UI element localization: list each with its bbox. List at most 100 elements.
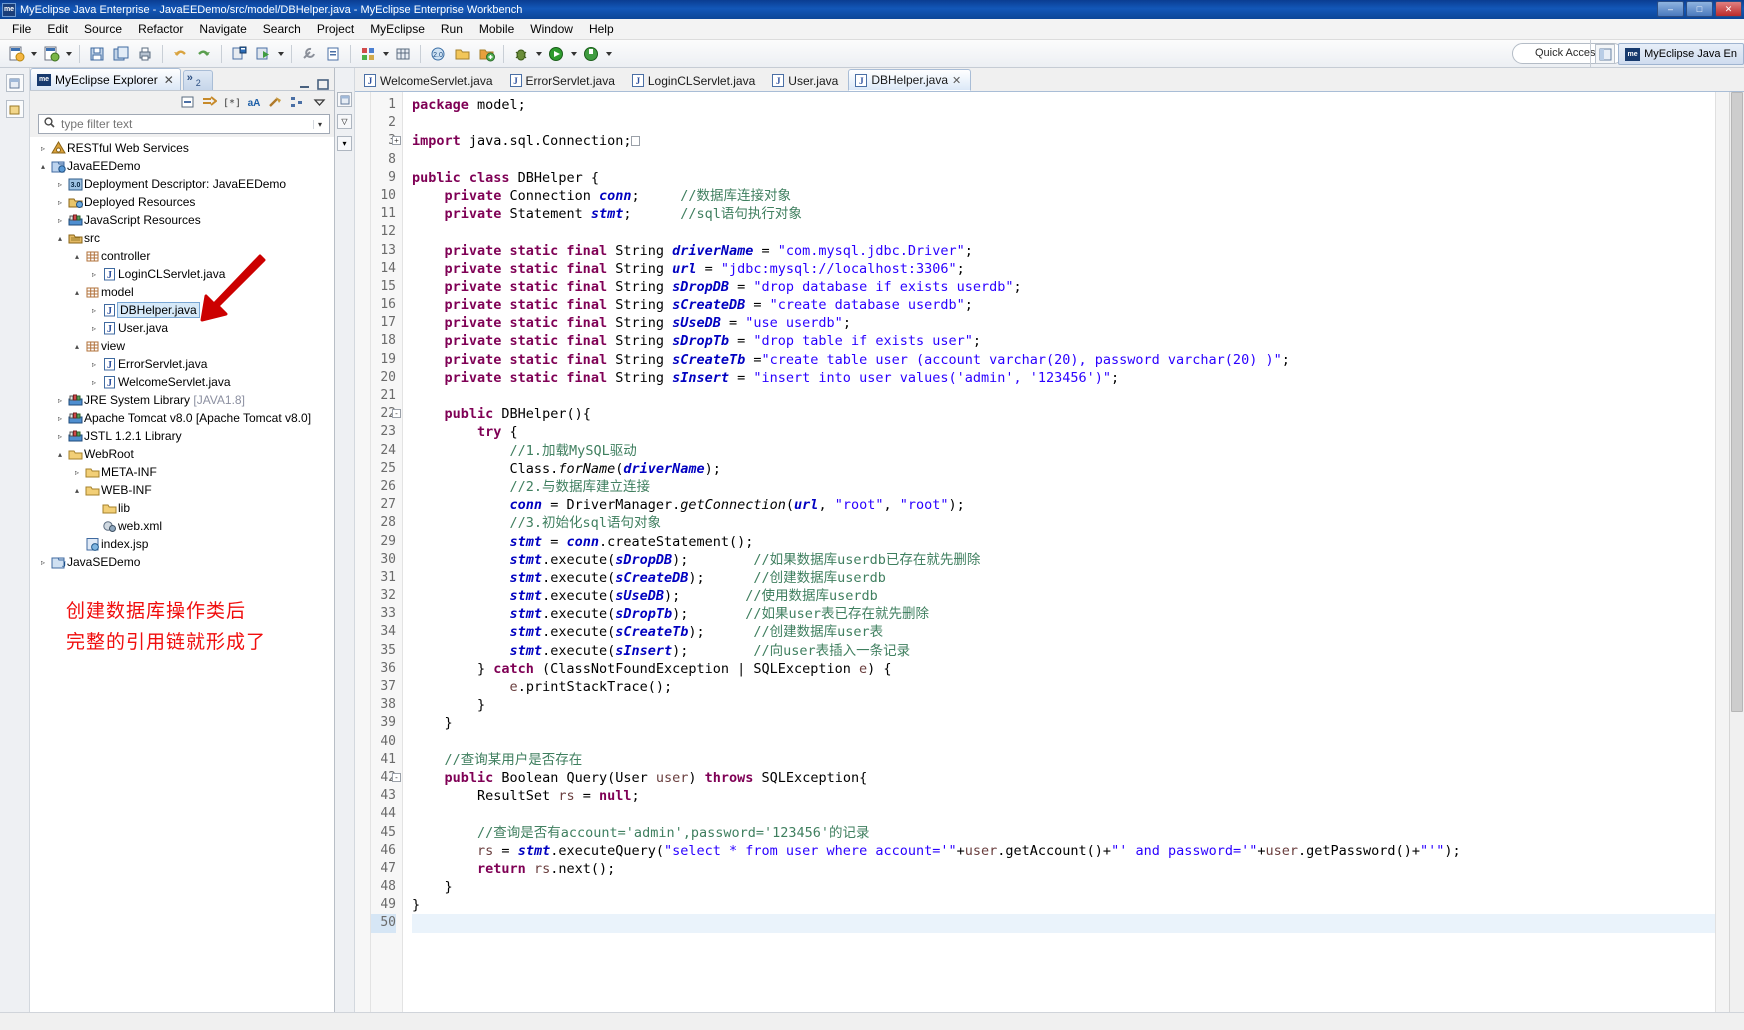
expand-arrow-closed-icon[interactable]: ▹ — [53, 414, 67, 423]
menu-search[interactable]: Search — [255, 20, 309, 38]
menu-navigate[interactable]: Navigate — [191, 20, 254, 38]
minimize-view-icon[interactable] — [299, 78, 311, 90]
search-input[interactable] — [59, 116, 313, 132]
editor-source-text[interactable]: package model; import java.sql.Connectio… — [403, 92, 1715, 1012]
expand-arrow-closed-icon[interactable]: ▹ — [87, 270, 101, 279]
tree-item-javasedemo[interactable]: ▹ J JavaSEDemo — [30, 553, 334, 571]
expand-arrow-open-icon[interactable]: ▴ — [53, 234, 67, 243]
expand-arrow-open-icon[interactable]: ▴ — [36, 162, 50, 171]
tree-item-loginclservlet-java[interactable]: ▹ J LoginCLServlet.java — [30, 265, 334, 283]
print-icon[interactable] — [134, 43, 156, 65]
open-type-icon[interactable] — [322, 43, 344, 65]
debug-icon[interactable] — [510, 43, 532, 65]
expand-arrow-closed-icon[interactable]: ▹ — [87, 324, 101, 333]
close-icon[interactable]: ✕ — [164, 73, 174, 87]
maximize-button[interactable]: □ — [1686, 1, 1713, 17]
expand-arrow-closed-icon[interactable]: ▹ — [70, 468, 84, 477]
code-editor[interactable]: 123+8910111213141516171819202122-2324252… — [355, 92, 1744, 1012]
filter-icon[interactable]: [*] — [223, 93, 240, 110]
expand-arrow-closed-icon[interactable]: ▹ — [87, 378, 101, 387]
expand-arrow-closed-icon[interactable]: ▹ — [36, 558, 50, 567]
editor-tab-loginclservlet[interactable]: J LoginCLServlet.java — [624, 69, 766, 91]
database-explorer-icon[interactable] — [357, 43, 379, 65]
expand-arrow-closed-icon[interactable]: ▹ — [53, 216, 67, 225]
run-icon[interactable] — [545, 43, 567, 65]
expand-arrow-open-icon[interactable]: ▴ — [53, 450, 67, 459]
collapsed-imports-icon[interactable] — [631, 136, 641, 147]
perspective-myeclipse-java-enterprise[interactable]: me MyEclipse Java En — [1618, 43, 1744, 65]
new-file-dropdown-caret-icon[interactable] — [63, 43, 74, 65]
tree-item-apache-tomcat-v8-0-apache-tomcat-v8-0[interactable]: ▹ Apache Tomcat v8.0 [Apache Tomcat v8.0] — [30, 409, 334, 427]
db-dropdown-caret-icon[interactable] — [380, 43, 391, 65]
menu-run[interactable]: Run — [433, 20, 471, 38]
expand-arrow-closed-icon[interactable]: ▹ — [36, 144, 50, 153]
grid-icon[interactable] — [392, 43, 414, 65]
tree-item-webroot[interactable]: ▴ WebRoot — [30, 445, 334, 463]
editor-tab-errorservlet[interactable]: J ErrorServlet.java — [502, 69, 625, 91]
tree-item-deployment-descriptor-javaeedemo[interactable]: ▹ 3.0 Deployment Descriptor: JavaEEDemo — [30, 175, 334, 193]
expand-arrow-open-icon[interactable]: ▴ — [70, 342, 84, 351]
tree-item-web-inf[interactable]: ▴ WEB-INF — [30, 481, 334, 499]
view-menu-icon[interactable] — [311, 93, 328, 110]
tree-item-view[interactable]: ▴ view — [30, 337, 334, 355]
new-wizard-icon[interactable] — [5, 43, 27, 65]
run-dropdown-caret-icon[interactable] — [568, 43, 579, 65]
menu-help[interactable]: Help — [581, 20, 622, 38]
tree-item-web-xml[interactable]: web.xml — [30, 517, 334, 535]
collapse-all-icon[interactable] — [179, 93, 196, 110]
run-external-caret-icon[interactable] — [603, 43, 614, 65]
tree-item-javascript-resources[interactable]: ▹ JavaScript Resources — [30, 211, 334, 229]
tree-item-model[interactable]: ▴ model — [30, 283, 334, 301]
open-perspective-icon[interactable] — [1595, 44, 1616, 64]
tree-item-user-java[interactable]: ▹ J User.java — [30, 319, 334, 337]
fold-collapse-icon[interactable]: - — [392, 772, 401, 782]
fold-collapse-icon[interactable]: - — [392, 409, 401, 419]
stacked-views-button[interactable]: » 2 — [182, 70, 213, 90]
editor-marker-gutter[interactable] — [355, 92, 371, 1012]
menu-file[interactable]: File — [4, 20, 39, 38]
tree-item-controller[interactable]: ▴ controller — [30, 247, 334, 265]
menu-myeclipse[interactable]: MyEclipse — [362, 20, 433, 38]
expand-arrow-closed-icon[interactable]: ▹ — [53, 180, 67, 189]
menu-edit[interactable]: Edit — [39, 20, 76, 38]
expand-editor-icon[interactable]: ▾ — [337, 136, 352, 151]
run-server-icon[interactable] — [252, 43, 274, 65]
refresh-icon[interactable] — [267, 93, 284, 110]
menu-project[interactable]: Project — [309, 20, 362, 38]
expand-arrow-closed-icon[interactable]: ▹ — [53, 198, 67, 207]
web-browser-icon[interactable]: 2.0 — [427, 43, 449, 65]
expand-arrow-closed-icon[interactable]: ▹ — [53, 396, 67, 405]
expand-arrow-open-icon[interactable]: ▴ — [70, 252, 84, 261]
close-button[interactable]: ✕ — [1715, 1, 1742, 17]
scrollbar-thumb[interactable] — [1731, 92, 1743, 712]
tree-item-index-jsp[interactable]: index.jsp — [30, 535, 334, 553]
tree-item-jre-system-library[interactable]: ▹ JRE System Library [JAVA1.8] — [30, 391, 334, 409]
tree-item-jstl-1-2-1-library[interactable]: ▹ JSTL 1.2.1 Library — [30, 427, 334, 445]
menu-mobile[interactable]: Mobile — [471, 20, 522, 38]
tree-item-dbhelper-java[interactable]: ▹ J DBHelper.java — [30, 301, 334, 319]
tree-item-restful-web-services[interactable]: ▹ RESTful Web Services — [30, 139, 334, 157]
server-dropdown-caret-icon[interactable] — [275, 43, 286, 65]
collapse-editor-icon[interactable]: ▽ — [337, 114, 352, 129]
save-icon[interactable] — [86, 43, 108, 65]
editor-overview-ruler[interactable] — [1715, 92, 1729, 1012]
redo-icon[interactable] — [193, 43, 215, 65]
editor-tab-dbhelper[interactable]: J DBHelper.java ✕ — [848, 69, 972, 91]
run-external-icon[interactable] — [580, 43, 602, 65]
hierarchy-icon[interactable] — [289, 93, 306, 110]
editor-tab-user[interactable]: J User.java — [765, 69, 849, 91]
expand-arrow-open-icon[interactable]: ▴ — [70, 288, 84, 297]
expand-arrow-open-icon[interactable]: ▴ — [70, 486, 84, 495]
expand-arrow-closed-icon[interactable]: ▹ — [53, 432, 67, 441]
sort-az-icon[interactable]: aA — [245, 93, 262, 110]
tree-item-meta-inf[interactable]: ▹ META-INF — [30, 463, 334, 481]
package-explorer-fastview-icon[interactable] — [5, 100, 24, 118]
tree-item-src[interactable]: ▴ src — [30, 229, 334, 247]
deploy-icon[interactable] — [228, 43, 250, 65]
new-file-icon[interactable] — [40, 43, 62, 65]
tree-item-javaeedemo[interactable]: ▴ JavaEEDemo — [30, 157, 334, 175]
add-package-icon[interactable] — [475, 43, 497, 65]
menu-refactor[interactable]: Refactor — [130, 20, 191, 38]
link-with-editor-icon[interactable] — [201, 93, 218, 110]
tree-item-lib[interactable]: lib — [30, 499, 334, 517]
